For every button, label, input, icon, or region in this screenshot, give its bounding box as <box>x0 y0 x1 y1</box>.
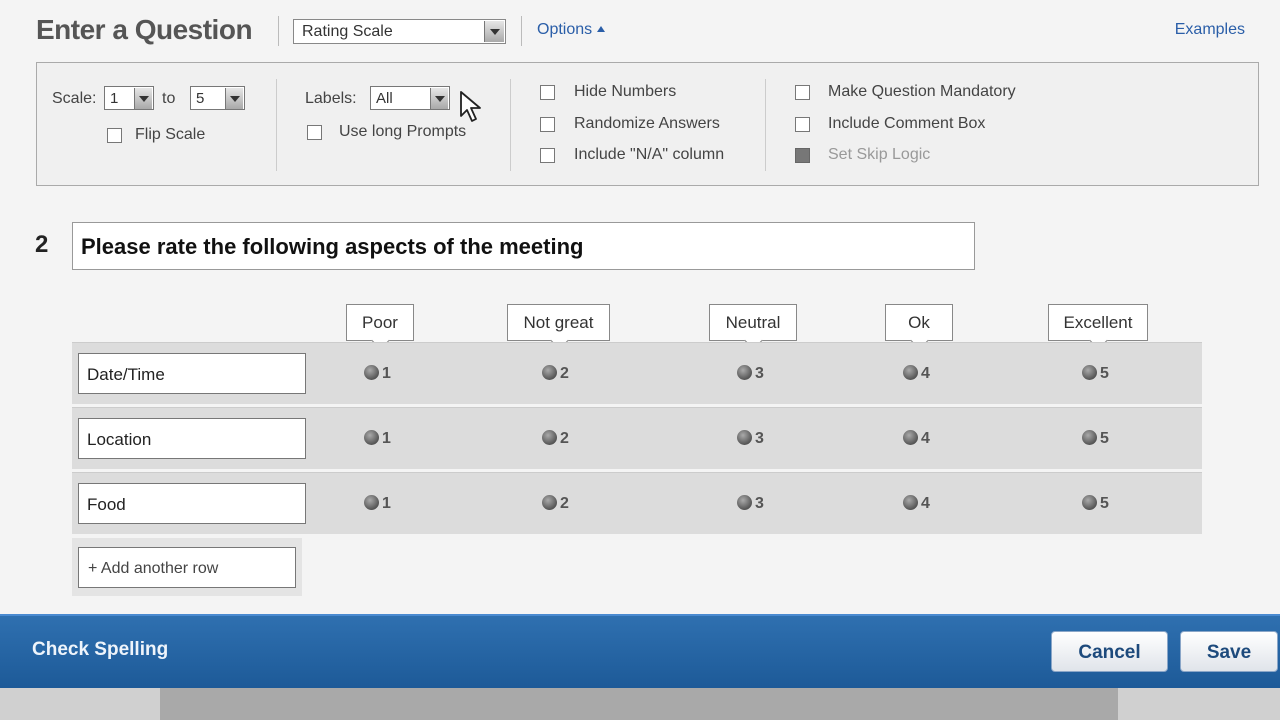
hide-numbers-label: Hide Numbers <box>574 83 677 100</box>
rating-radio[interactable]: 5 <box>1082 495 1109 513</box>
scale-label-3[interactable]: Neutral <box>709 304 797 341</box>
check-spelling-link[interactable]: Check Spelling <box>32 639 168 661</box>
skip-logic-label: Set Skip Logic <box>828 146 931 163</box>
question-type-value: Rating Scale <box>302 23 393 40</box>
scale-label-5[interactable]: Excellent <box>1048 304 1148 341</box>
divider <box>0 688 160 720</box>
labels-select[interactable]: All <box>370 86 450 110</box>
rating-radio[interactable]: 1 <box>364 365 391 383</box>
options-panel: Scale: 1 to 5 Flip Scale Labels: All Use… <box>36 62 1259 186</box>
rating-radio[interactable]: 5 <box>1082 365 1109 383</box>
radio-icon <box>542 495 557 510</box>
row-label-input[interactable]: Location <box>78 418 306 459</box>
rating-radio[interactable]: 3 <box>737 430 764 448</box>
rating-radio[interactable]: 3 <box>737 365 764 383</box>
rating-radio[interactable]: 3 <box>737 495 764 513</box>
scale-label-4[interactable]: Ok <box>885 304 953 341</box>
radio-icon <box>737 365 752 380</box>
save-button[interactable]: Save <box>1180 631 1278 672</box>
comment-box-label: Include Comment Box <box>828 115 986 132</box>
table-row: Date/Time 1 2 3 4 5 <box>72 342 1202 404</box>
radio-icon <box>903 365 918 380</box>
bottom-strip <box>0 688 1280 720</box>
flip-scale-checkbox[interactable] <box>107 128 122 143</box>
randomize-answers-label: Randomize Answers <box>574 115 720 132</box>
row-label-input[interactable]: Food <box>78 483 306 524</box>
long-prompts-checkbox[interactable] <box>307 125 322 140</box>
options-label: Options <box>537 21 593 38</box>
scale-to-value: 5 <box>196 90 205 107</box>
radio-icon <box>542 365 557 380</box>
scale-to-select[interactable]: 5 <box>190 86 245 110</box>
divider <box>1118 688 1280 720</box>
skip-logic-checkbox <box>795 148 810 163</box>
divider <box>510 79 511 171</box>
radio-icon <box>903 430 918 445</box>
mandatory-checkbox[interactable] <box>795 85 810 100</box>
rating-radio[interactable]: 4 <box>903 430 930 448</box>
radio-icon <box>364 365 379 380</box>
chevron-down-icon[interactable] <box>225 88 243 109</box>
examples-link[interactable]: Examples <box>1175 21 1245 39</box>
rating-radio[interactable]: 5 <box>1082 430 1109 448</box>
rating-radio[interactable]: 1 <box>364 495 391 513</box>
scale-label: Scale: <box>52 90 97 107</box>
scale-from-value: 1 <box>110 90 119 107</box>
add-row-button[interactable]: + Add another row <box>78 547 296 588</box>
radio-icon <box>737 495 752 510</box>
divider <box>765 79 766 171</box>
scale-label-1[interactable]: Poor <box>346 304 414 341</box>
divider <box>521 16 522 46</box>
radio-icon <box>364 495 379 510</box>
header: Enter a Question Rating Scale Options Ex… <box>0 0 1280 62</box>
flip-scale-label: Flip Scale <box>135 126 206 143</box>
page-title: Enter a Question <box>36 14 253 45</box>
scale-label-2[interactable]: Not great <box>507 304 610 341</box>
add-row-area: + Add another row <box>72 538 302 596</box>
hide-numbers-checkbox[interactable] <box>540 85 555 100</box>
question-number: 2 <box>35 231 49 258</box>
divider <box>278 16 279 46</box>
question-text-input[interactable]: Please rate the following aspects of the… <box>72 222 975 270</box>
question-type-select[interactable]: Rating Scale <box>293 19 506 44</box>
long-prompts-label: Use long Prompts <box>339 123 467 140</box>
chevron-down-icon[interactable] <box>134 88 152 109</box>
divider <box>276 79 277 171</box>
chevron-down-icon[interactable] <box>430 88 448 109</box>
rating-radio[interactable]: 2 <box>542 495 569 513</box>
mouse-cursor-icon <box>460 91 481 122</box>
scale-from-select[interactable]: 1 <box>104 86 154 110</box>
rating-radio[interactable]: 2 <box>542 365 569 383</box>
table-row: Food 1 2 3 4 5 <box>72 472 1202 534</box>
comment-box-checkbox[interactable] <box>795 117 810 132</box>
rating-radio[interactable]: 1 <box>364 430 391 448</box>
footer-bar: Check Spelling Cancel Save <box>0 614 1280 688</box>
radio-icon <box>903 495 918 510</box>
randomize-answers-checkbox[interactable] <box>540 117 555 132</box>
radio-icon <box>737 430 752 445</box>
radio-icon <box>1082 365 1097 380</box>
cancel-button[interactable]: Cancel <box>1051 631 1168 672</box>
labels-label: Labels: <box>305 90 357 107</box>
row-label-input[interactable]: Date/Time <box>78 353 306 394</box>
rating-radio[interactable]: 4 <box>903 365 930 383</box>
radio-icon <box>364 430 379 445</box>
include-na-label: Include "N/A" column <box>574 146 725 163</box>
options-toggle[interactable]: Options <box>537 21 606 39</box>
rating-radio[interactable]: 2 <box>542 430 569 448</box>
include-na-checkbox[interactable] <box>540 148 555 163</box>
mandatory-label: Make Question Mandatory <box>828 83 1016 100</box>
radio-icon <box>542 430 557 445</box>
table-row: Location 1 2 3 4 5 <box>72 407 1202 469</box>
labels-value: All <box>376 90 393 107</box>
radio-icon <box>1082 495 1097 510</box>
rating-radio[interactable]: 4 <box>903 495 930 513</box>
chevron-down-icon[interactable] <box>484 21 504 42</box>
caret-up-icon <box>597 26 606 32</box>
scale-to-label: to <box>162 90 176 107</box>
radio-icon <box>1082 430 1097 445</box>
